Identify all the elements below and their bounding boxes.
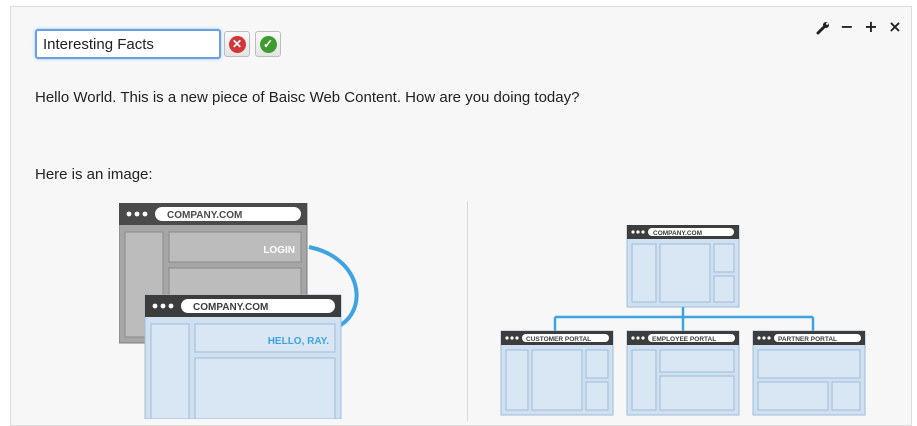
portlet-title-input[interactable] <box>35 29 221 59</box>
front-window-url: COMPANY.COM <box>193 302 268 313</box>
illustration-divider <box>467 201 468 421</box>
login-flow-illustration: COMPANY.COM LOGIN COMPANY.COM HELLO, RAY… <box>119 203 359 419</box>
check-circle-icon: ✓ <box>259 35 277 53</box>
save-title-button[interactable]: ✓ <box>255 31 281 57</box>
greeting-text: HELLO, RAY. <box>268 336 330 347</box>
maximize-button[interactable]: + <box>863 17 879 36</box>
portal-label-partner: PARTNER PORTAL <box>778 336 837 343</box>
partner-portal-window: PARTNER PORTAL <box>752 330 866 416</box>
portal-hierarchy-illustration: COMPANY.COM CUSTOMER PORTAL EMPLOYEE POR… <box>500 225 866 416</box>
close-button[interactable]: × <box>887 17 903 36</box>
minimize-button[interactable]: − <box>839 17 855 36</box>
portal-label-customer: CUSTOMER PORTAL <box>526 336 591 343</box>
window-controls: − + × <box>815 17 903 36</box>
web-content-portlet: ✕ ✓ − + × Hello World. This is a new pie… <box>10 6 912 426</box>
x-circle-icon: ✕ <box>228 35 246 53</box>
cancel-title-button[interactable]: ✕ <box>224 31 250 57</box>
content-paragraph: Hello World. This is a new piece of Bais… <box>35 89 580 106</box>
image-caption: Here is an image: <box>35 166 153 183</box>
connector-lines <box>553 307 815 331</box>
customer-portal-window: CUSTOMER PORTAL <box>500 330 614 416</box>
portal-label-employee: EMPLOYEE PORTAL <box>652 336 716 343</box>
back-window-url: COMPANY.COM <box>167 210 242 221</box>
login-link-text: LOGIN <box>263 245 295 256</box>
employee-portal-window: EMPLOYEE PORTAL <box>626 330 740 416</box>
front-browser-window: COMPANY.COM HELLO, RAY. <box>144 294 342 419</box>
company-window: COMPANY.COM <box>626 225 740 308</box>
top-window-url: COMPANY.COM <box>653 230 702 237</box>
wrench-icon[interactable] <box>815 17 831 36</box>
